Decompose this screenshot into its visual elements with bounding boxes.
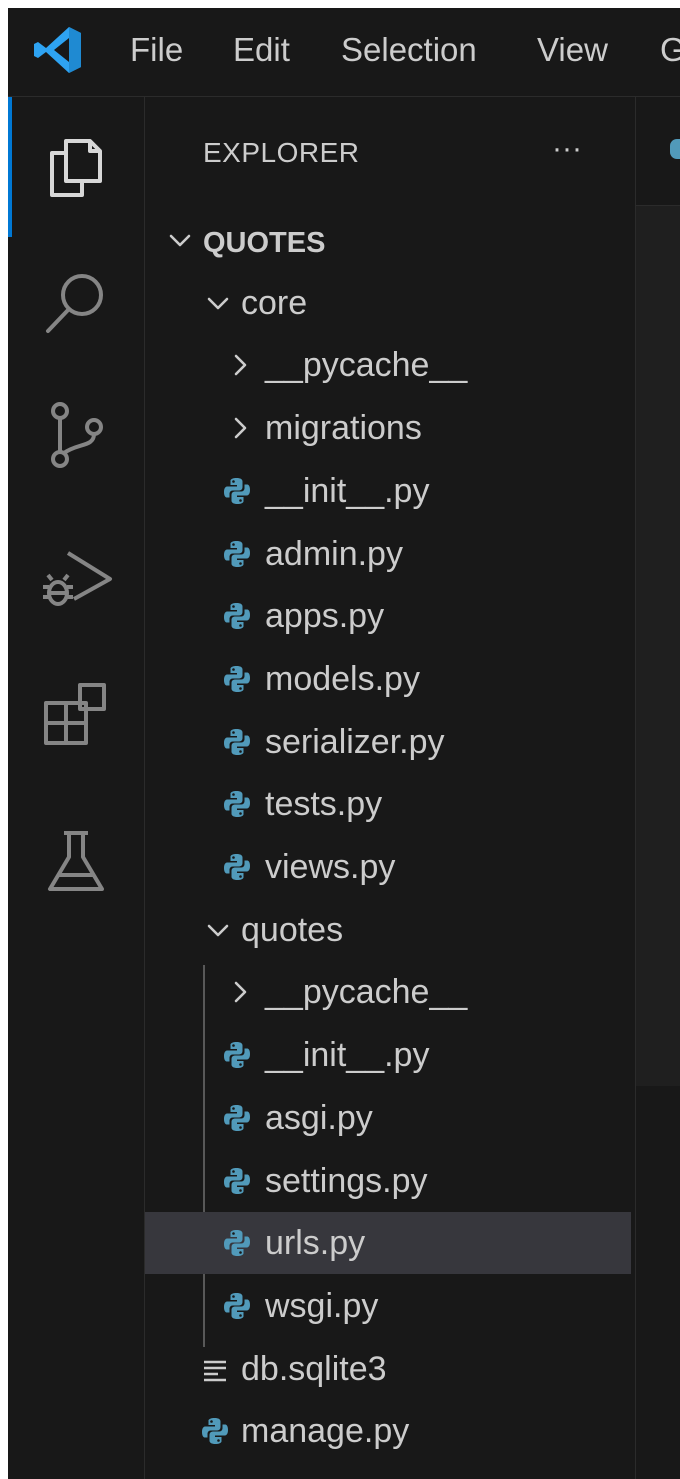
source-control-icon[interactable] bbox=[38, 397, 114, 473]
chevron-right-icon[interactable] bbox=[225, 413, 255, 443]
tree-item-label: tests.py bbox=[265, 785, 383, 824]
tree-folder-quotes[interactable]: quotes bbox=[145, 899, 631, 961]
tree-file-apps-py[interactable]: apps.py bbox=[145, 585, 631, 647]
testing-icon[interactable] bbox=[38, 823, 114, 899]
menu-view[interactable]: View bbox=[537, 30, 608, 70]
tree-item-label: urls.py bbox=[265, 1224, 366, 1263]
tree-file-init-py[interactable]: __init__.py bbox=[145, 1024, 631, 1086]
python-file-icon bbox=[221, 851, 253, 883]
python-file-icon bbox=[221, 663, 253, 695]
tree-item-label: models.py bbox=[265, 659, 420, 698]
chevron-right-icon[interactable] bbox=[225, 977, 255, 1007]
tree-folder-core[interactable]: core bbox=[145, 272, 631, 334]
tree-folder-migrations[interactable]: migrations bbox=[145, 397, 631, 459]
tree-item-label: apps.py bbox=[265, 597, 385, 636]
tree-item-label: serializer.py bbox=[265, 722, 445, 761]
active-indicator bbox=[8, 97, 12, 237]
activity-bar bbox=[8, 97, 145, 1479]
chevron-right-icon[interactable] bbox=[225, 350, 255, 380]
tree-item-label: db.sqlite3 bbox=[241, 1349, 387, 1388]
python-file-icon bbox=[221, 1165, 253, 1197]
tree-item-label: __pycache__ bbox=[265, 973, 468, 1012]
tree-item-label: __init__.py bbox=[265, 471, 430, 510]
tree-file-settings-py[interactable]: settings.py bbox=[145, 1150, 631, 1212]
tree-item-label: __init__.py bbox=[265, 1036, 430, 1075]
python-file-icon bbox=[221, 1227, 253, 1259]
chevron-down-icon[interactable] bbox=[203, 915, 233, 945]
more-actions-icon[interactable]: ··· bbox=[545, 127, 589, 171]
tree-file-admin-py[interactable]: admin.py bbox=[145, 523, 631, 585]
tree-item-label: core bbox=[241, 283, 308, 322]
python-file-icon bbox=[221, 600, 253, 632]
search-icon[interactable] bbox=[38, 265, 114, 341]
tree-item-label: __pycache__ bbox=[265, 346, 468, 385]
python-file-icon bbox=[221, 538, 253, 570]
menu-edit[interactable]: Edit bbox=[233, 30, 290, 70]
editor-panel bbox=[636, 1086, 680, 1479]
tree-file-models-py[interactable]: models.py bbox=[145, 648, 631, 710]
menu-bar: File Edit Selection View G bbox=[8, 8, 680, 97]
tree-item-label: settings.py bbox=[265, 1161, 428, 1200]
chevron-down-icon[interactable] bbox=[203, 288, 233, 318]
run-debug-icon[interactable] bbox=[38, 537, 114, 613]
tree-root-quotes[interactable]: QUOTES bbox=[145, 209, 631, 271]
vscode-logo-icon[interactable] bbox=[32, 24, 84, 76]
python-file-icon bbox=[221, 788, 253, 820]
tree-item-label: wsgi.py bbox=[265, 1286, 379, 1325]
explorer-icon[interactable] bbox=[38, 129, 114, 205]
tree-item-label: migrations bbox=[265, 409, 422, 448]
python-file-icon bbox=[221, 1290, 253, 1322]
tree-item-label: quotes bbox=[241, 910, 344, 949]
python-file-icon bbox=[221, 1102, 253, 1134]
tree-item-label: manage.py bbox=[241, 1412, 410, 1451]
explorer-title: EXPLORER bbox=[203, 137, 360, 168]
menu-selection[interactable]: Selection bbox=[341, 30, 477, 70]
menu-go[interactable]: G bbox=[660, 30, 680, 70]
tree-file-init-py[interactable]: __init__.py bbox=[145, 460, 631, 522]
tree-file-urls-py[interactable]: urls.py bbox=[145, 1212, 631, 1275]
text-file-icon bbox=[199, 1353, 231, 1385]
tree-file-manage-py[interactable]: manage.py bbox=[145, 1400, 631, 1462]
python-file-icon bbox=[221, 1039, 253, 1071]
explorer-sidebar: EXPLORER ··· QUOTES core __pycache__ migrat… bbox=[145, 97, 636, 1479]
breadcrumb bbox=[636, 206, 680, 276]
tree-folder-pycache[interactable]: __pycache__ bbox=[145, 334, 631, 396]
tree-file-views-py[interactable]: views.py bbox=[145, 836, 631, 898]
tree-file-serializer-py[interactable]: serializer.py bbox=[145, 711, 631, 773]
editor-area[interactable] bbox=[636, 276, 680, 1087]
tree-file-wsgi-py[interactable]: wsgi.py bbox=[145, 1275, 631, 1337]
editor-tab-bar bbox=[636, 97, 680, 206]
vscode-window: File Edit Selection View G EXPLORER ··· … bbox=[8, 8, 680, 1479]
tree-item-label: views.py bbox=[265, 848, 396, 886]
python-file-icon bbox=[199, 1415, 231, 1447]
tree-item-label: QUOTES bbox=[203, 227, 326, 259]
python-file-icon[interactable] bbox=[670, 139, 680, 159]
tree-file-asgi-py[interactable]: asgi.py bbox=[145, 1087, 631, 1149]
tree-item-label: admin.py bbox=[265, 534, 403, 573]
menu-file[interactable]: File bbox=[130, 30, 183, 70]
python-file-icon bbox=[221, 726, 253, 758]
python-file-icon bbox=[221, 475, 253, 507]
tree-folder-pycache[interactable]: __pycache__ bbox=[145, 961, 631, 1023]
tree-file-tests-py[interactable]: tests.py bbox=[145, 773, 631, 835]
extensions-icon[interactable] bbox=[38, 675, 114, 751]
tree-file-db-sqlite3[interactable]: db.sqlite3 bbox=[145, 1338, 631, 1400]
tree-item-label: asgi.py bbox=[265, 1098, 373, 1137]
chevron-down-icon[interactable] bbox=[165, 225, 195, 255]
